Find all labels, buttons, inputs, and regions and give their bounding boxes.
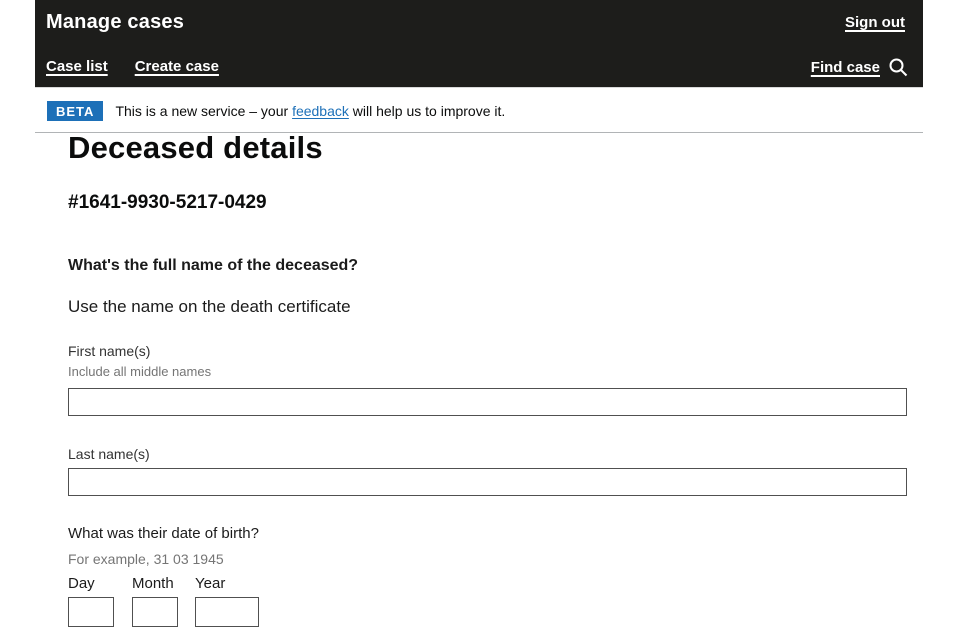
full-name-question: What's the full name of the deceased? (68, 257, 359, 274)
full-name-hint: Use the name on the death certificate (68, 297, 351, 316)
nav-find-case[interactable]: Find case (811, 57, 908, 77)
first-name-input[interactable] (68, 388, 907, 416)
last-name-label: Last name(s) (68, 446, 150, 462)
dob-month-input[interactable] (132, 597, 178, 627)
site-header: Manage cases Sign out Case list Create c… (35, 0, 923, 88)
dob-hint: For example, 31 03 1945 (68, 551, 224, 567)
first-name-hint: Include all middle names (68, 364, 212, 379)
dob-year-label: Year (195, 575, 226, 592)
service-name: Manage cases (46, 11, 185, 33)
nav-case-list[interactable]: Case list (46, 58, 108, 75)
phase-text-after: will help us to improve it. (348, 102, 506, 119)
dob-question: What was their date of birth? (68, 525, 259, 542)
dob-day-label: Day (68, 575, 95, 592)
sign-out-link[interactable]: Sign out (845, 14, 905, 31)
phase-banner-text: This is a new service – your feedback wi… (115, 103, 505, 119)
first-name-label: First name(s) (68, 343, 151, 359)
case-number: #1641-9930-5217-0429 (68, 192, 267, 213)
phase-banner: BETA This is a new service – your feedba… (35, 89, 923, 133)
phase-text-before: This is a new service – your (115, 102, 293, 119)
page-title: Deceased details (68, 130, 323, 165)
feedback-link[interactable]: feedback (292, 103, 349, 119)
beta-tag: BETA (47, 100, 104, 121)
nav-create-case[interactable]: Create case (135, 58, 219, 75)
header-nav: Case list Create case (46, 58, 219, 75)
page: Manage cases Sign out Case list Create c… (0, 0, 960, 640)
last-name-input[interactable] (68, 468, 907, 496)
search-icon[interactable] (888, 57, 908, 77)
dob-day-input[interactable] (68, 597, 114, 627)
dob-month-label: Month (132, 575, 174, 592)
dob-year-input[interactable] (195, 597, 259, 627)
find-case-label[interactable]: Find case (811, 59, 880, 76)
